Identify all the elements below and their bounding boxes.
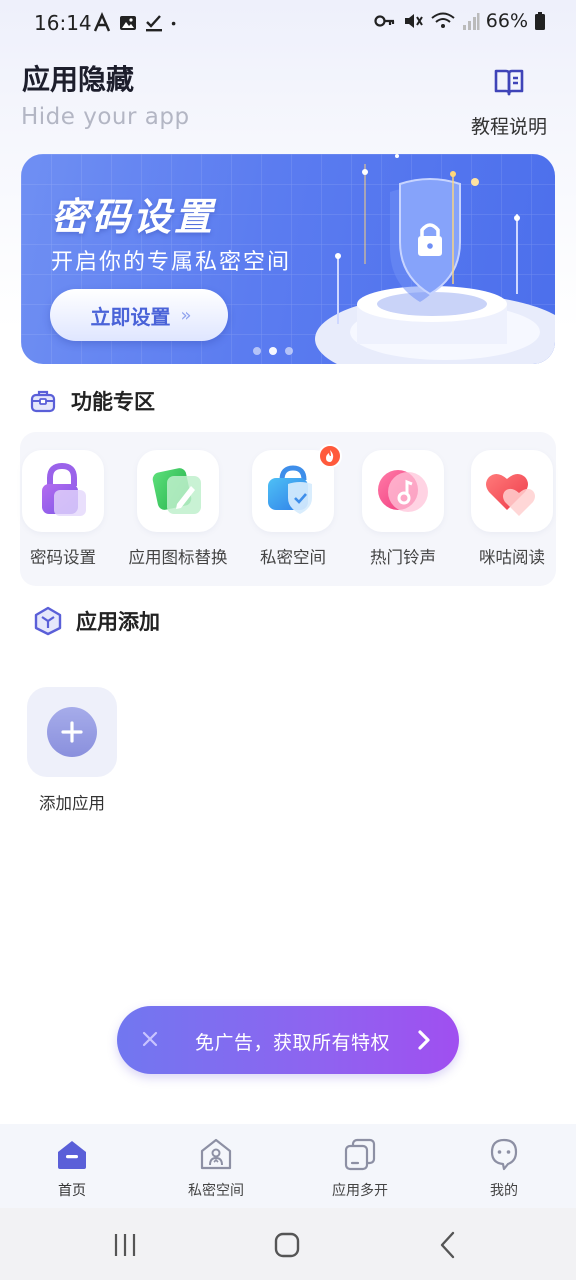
nav-label: 应用多开 [332,1183,388,1199]
nav-profile[interactable]: 我的 [432,1124,576,1208]
plus-icon [61,721,83,743]
nav-label: 我的 [490,1183,518,1199]
feature-tile [362,450,444,532]
status-time: 16:14 [34,11,92,35]
shield-lock-illustration [315,154,555,364]
profile-icon [490,1138,518,1171]
add-circle [47,707,97,757]
page-dot [253,347,261,355]
hot-badge [318,444,342,468]
feature-label: 热门铃声 [370,548,436,567]
features-panel: 密码设置 应用图标替换 私密空间 热门铃声 咪咕阅读 [20,432,556,586]
image-icon [120,16,136,30]
feature-label: 密码设置 [30,548,96,567]
edit-icon [152,468,201,514]
close-icon[interactable] [139,1028,161,1050]
ad-free-promo[interactable]: 免广告，获取所有特权 [117,1006,459,1074]
nav-private-space[interactable]: 私密空间 [144,1124,288,1208]
page-dot [285,347,293,355]
nav-label: 首页 [58,1183,86,1199]
feature-label: 咪咕阅读 [479,548,545,567]
add-app-label: 添加应用 [39,794,105,813]
mute-icon [404,14,423,28]
nav-label: 私密空间 [188,1183,244,1199]
flame-icon [326,450,334,462]
status-bar: 16:14 66% [0,0,576,48]
double-chevron-icon: » [180,304,191,326]
back-icon[interactable] [434,1230,464,1260]
heart-icon [486,473,535,516]
setup-now-label: 立即设置 [90,304,171,329]
status-right: 66% [374,10,546,32]
battery-percent: 66% [485,10,528,32]
page-title: 应用隐藏 [22,63,135,96]
page-dot-active [269,347,277,355]
banner-page-indicator [253,347,293,355]
cube-icon [34,606,62,636]
feature-tile [471,450,553,532]
feature-password-setting[interactable]: 密码设置 [8,450,118,568]
signal-icon [462,13,480,30]
feature-tile [137,450,219,532]
font-a-icon [93,12,111,32]
bottom-nav: 首页 私密空间 应用多开 我的 [0,1124,576,1208]
briefcase-icon [30,390,56,413]
tutorial-button[interactable]: 教程说明 [468,64,550,139]
banner-subtitle: 开启你的专属私密空间 [51,250,292,275]
recent-apps-icon[interactable] [110,1230,140,1260]
shield-bag-icon [268,465,312,514]
promo-banner[interactable]: 密码设置 开启你的专属私密空间 立即设置 » [21,154,555,364]
add-section-heading: 应用添加 [34,606,160,636]
feature-label: 应用图标替换 [128,548,228,567]
notification-icons [92,12,182,34]
page-subtitle: Hide your app [21,104,190,130]
feature-label: 私密空间 [260,548,326,567]
home-icon [58,1141,86,1169]
feature-hot-ringtones[interactable]: 热门铃声 [348,450,458,568]
promo-text: 免广告，获取所有特权 [195,1032,391,1054]
feature-icon-replace[interactable]: 应用图标替换 [123,450,233,568]
book-icon [494,69,524,96]
wifi-icon [431,12,455,28]
nav-home[interactable]: 首页 [0,1124,144,1208]
tutorial-label: 教程说明 [470,116,547,138]
feature-tile [22,450,104,532]
more-dot-icon [171,21,176,26]
home-button-icon[interactable] [272,1230,302,1260]
features-section-title: 功能专区 [71,390,155,414]
music-note-icon [378,470,428,512]
task-check-icon [146,15,162,32]
lock-icon [42,462,86,516]
feature-private-space[interactable]: 私密空间 [238,444,348,568]
add-section-title: 应用添加 [76,610,160,634]
banner-title: 密码设置 [51,195,216,239]
system-nav-bar [0,1208,576,1280]
nav-app-clone[interactable]: 应用多开 [288,1124,432,1208]
add-app-button[interactable] [27,687,117,777]
setup-now-button[interactable]: 立即设置 » [50,289,228,341]
feature-migu-reading[interactable]: 咪咕阅读 [457,450,567,568]
key-icon [374,15,394,27]
multi-app-icon [344,1138,376,1171]
feature-tile [252,444,342,532]
private-space-icon [200,1138,232,1170]
features-section-heading: 功能专区 [29,386,155,416]
app-screen: 16:14 66% 应用隐藏 Hide your app 教程说明 密码设置 开… [0,0,576,1280]
chevron-right-icon [418,1030,430,1050]
battery-icon [535,12,545,30]
